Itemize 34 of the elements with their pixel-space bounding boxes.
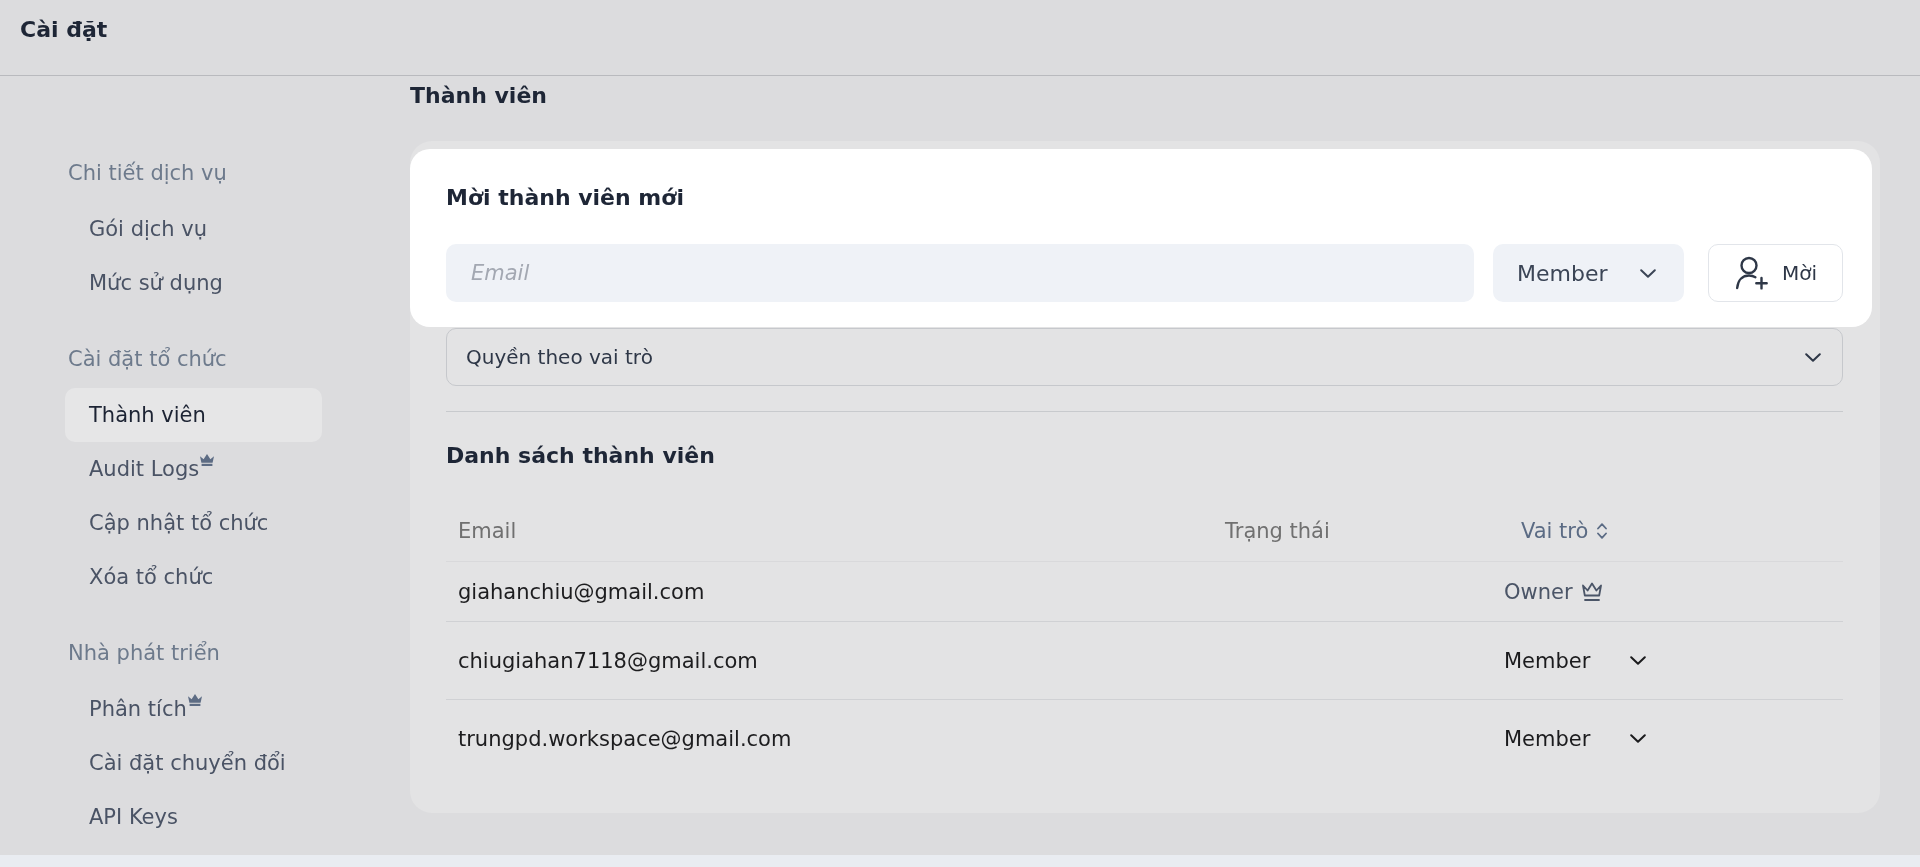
- sidebar-item[interactable]: Thành viên: [65, 388, 322, 442]
- email-cell-text: trungpd.workspace@gmail.com: [458, 725, 792, 753]
- sidebar-item[interactable]: Xóa tổ chức: [65, 550, 322, 604]
- settings-title: Cài đặt: [20, 16, 108, 44]
- email-cell-text: giahanchiu@gmail.com: [458, 578, 705, 606]
- user-plus-icon: [1735, 256, 1769, 290]
- column-header: Trạng thái: [1225, 517, 1330, 545]
- permissions-accordion[interactable]: Quyền theo vai trò: [446, 328, 1843, 386]
- chevron-down-icon: [1640, 268, 1656, 278]
- page-title: Thành viên: [410, 82, 547, 110]
- role-select[interactable]: Member: [1504, 724, 1647, 753]
- column-header[interactable]: Vai trò: [1521, 516, 1608, 545]
- column-header: Email: [458, 517, 517, 545]
- sidebar-item[interactable]: Mức sử dụng: [65, 256, 322, 310]
- sidebar-item[interactable]: Cài đặt chuyển đổi: [65, 736, 322, 790]
- role-select[interactable]: Member: [1493, 244, 1684, 302]
- email-cell-text: chiugiahan7118@gmail.com: [458, 647, 758, 675]
- invite-title: Mời thành viên mới: [446, 184, 684, 212]
- crown-icon: [1580, 581, 1603, 602]
- sidebar-item[interactable]: API Keys: [65, 790, 322, 844]
- member-list-title: Danh sách thành viên: [446, 442, 715, 470]
- email-input[interactable]: Email: [446, 244, 1474, 302]
- sidebar-item[interactable]: Gói dịch vụ: [65, 202, 322, 256]
- sidebar-item[interactable]: Cập nhật tổ chức: [65, 496, 322, 550]
- role-select[interactable]: Member: [1504, 646, 1647, 675]
- sidebar-section-label: Nhà phát triển: [68, 640, 220, 667]
- role-label: Owner: [1504, 578, 1573, 606]
- sidebar-section-label: Chi tiết dịch vụ: [68, 160, 227, 187]
- sidebar-section-label: Cài đặt tổ chức: [68, 346, 227, 373]
- invite-button[interactable]: Mời: [1708, 244, 1843, 302]
- chevron-down-icon: [1630, 656, 1647, 665]
- chevron-down-icon: [1630, 734, 1647, 743]
- sidebar-item[interactable]: Phân tích: [65, 682, 322, 736]
- sidebar-item[interactable]: Audit Logs: [65, 442, 322, 496]
